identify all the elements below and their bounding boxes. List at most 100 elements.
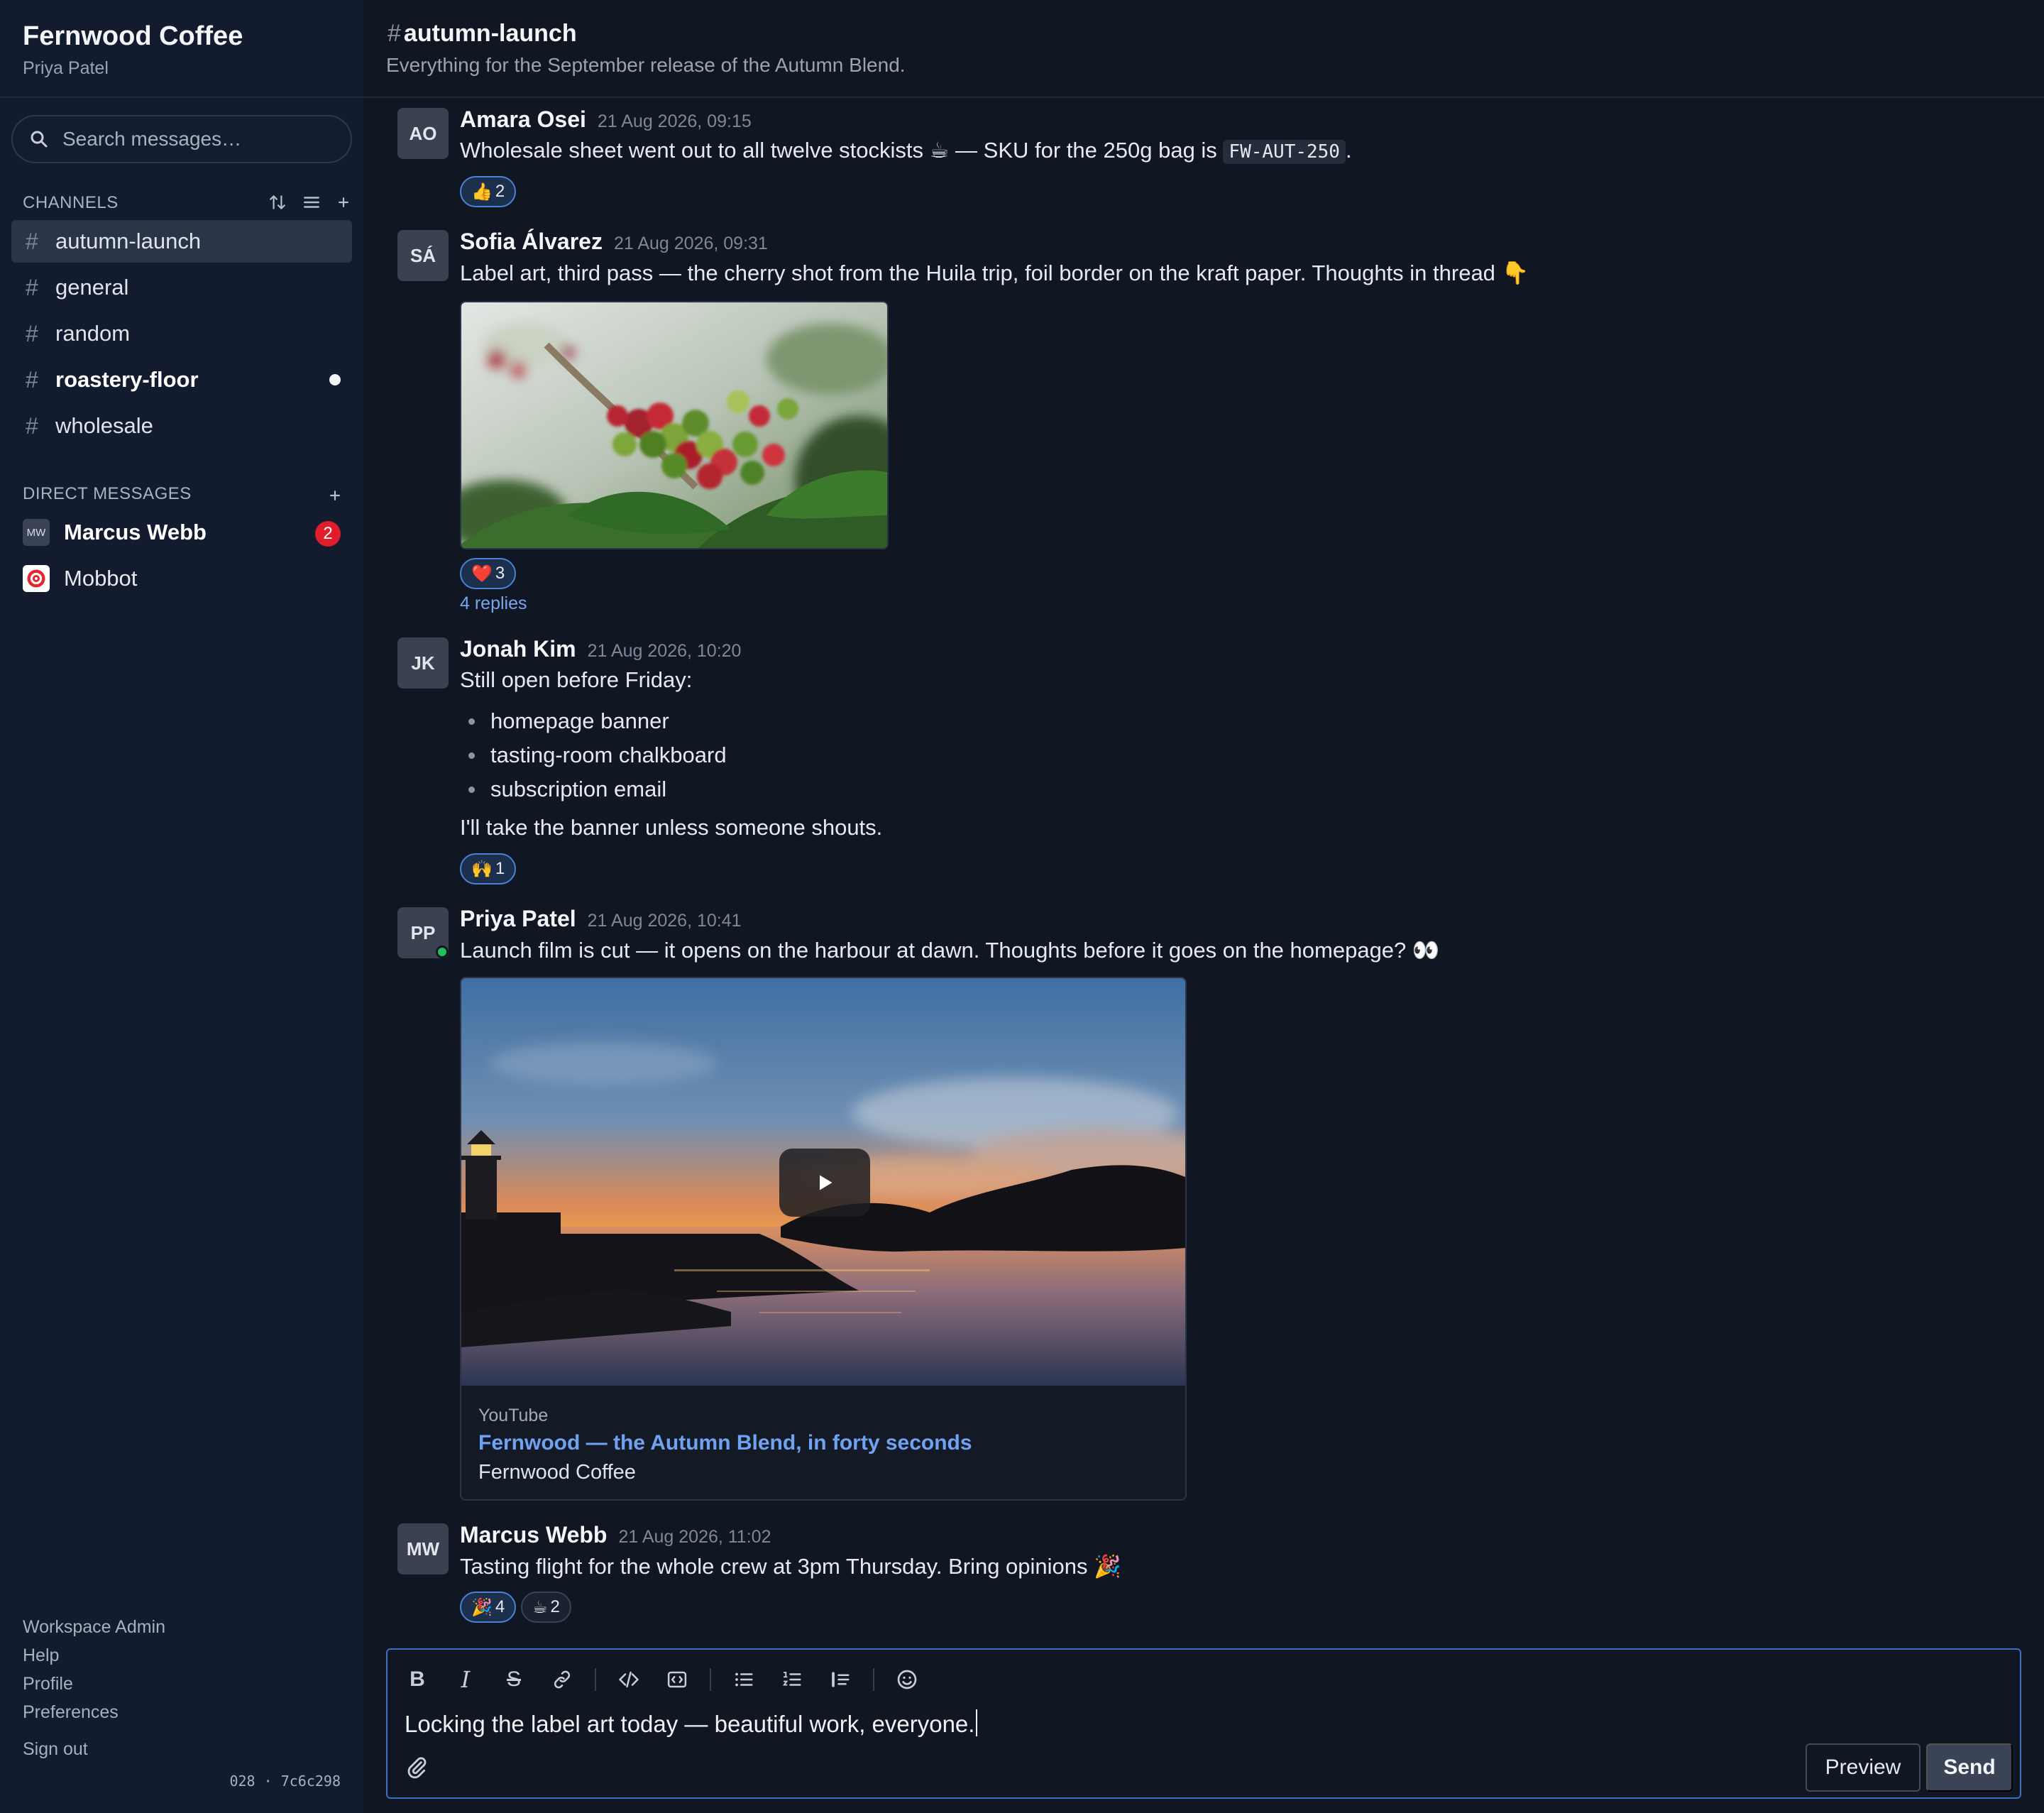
toolbar-separator <box>873 1668 874 1691</box>
author-name[interactable]: Jonah Kim <box>460 636 576 662</box>
embed-author: Fernwood Coffee <box>478 1461 636 1484</box>
sidebar-item-general[interactable]: # general <box>11 266 352 309</box>
reaction-emoji: ☕ <box>532 1597 548 1617</box>
message-text: Label art, third pass — the cherry shot … <box>460 261 1529 285</box>
message-input-text: Locking the label art today — beautiful … <box>405 1711 975 1737</box>
avatar[interactable]: JK <box>397 637 449 689</box>
coffee-cherries-image <box>461 302 887 548</box>
code-button[interactable] <box>612 1663 646 1697</box>
channel-title: # autumn-launch <box>388 20 577 48</box>
avatar[interactable]: AO <box>397 108 449 159</box>
toolbar-separator <box>595 1668 596 1691</box>
message-body: Wholesale sheet went out to all twelve s… <box>460 138 1352 164</box>
channels-header: CHANNELS <box>23 193 119 212</box>
workspace-name[interactable]: Fernwood Coffee <box>23 21 243 52</box>
unread-count-badge: 2 <box>315 521 341 547</box>
sidebar-item-random[interactable]: # random <box>11 312 352 355</box>
current-user-name: Priya Patel <box>23 58 109 78</box>
reaction-heart[interactable]: ❤️ 3 <box>460 558 517 589</box>
message-text-followup: I'll take the banner unless someone shou… <box>460 815 883 840</box>
message-composer[interactable]: B I S Locking the label art today — beau… <box>386 1648 2021 1799</box>
blockquote-button[interactable] <box>823 1663 857 1697</box>
strikethrough-icon: S <box>506 1667 521 1691</box>
attached-image-coffee-cherries[interactable] <box>460 301 889 549</box>
link-icon <box>554 1670 571 1689</box>
bulleted-list-icon <box>735 1672 753 1687</box>
channel-name: autumn-launch <box>55 229 202 253</box>
dm-name: Marcus Webb <box>64 520 207 544</box>
channel-name: wholesale <box>55 413 153 438</box>
hash-icon: # <box>388 20 401 47</box>
reaction-coffee[interactable]: ☕ 2 <box>521 1592 571 1623</box>
header-divider <box>363 97 2044 98</box>
channel-name: random <box>55 321 131 346</box>
bot-avatar-icon <box>23 565 50 592</box>
avatar[interactable]: MW <box>397 1523 449 1574</box>
add-channel-icon[interactable] <box>336 195 351 209</box>
code-block-button[interactable] <box>660 1663 694 1697</box>
search-box[interactable]: Search messages… <box>11 115 352 163</box>
strikethrough-button[interactable]: S <box>497 1663 531 1697</box>
avatar[interactable]: SÁ <box>397 230 449 281</box>
italic-icon: I <box>461 1666 471 1693</box>
numbered-list-button[interactable] <box>775 1663 809 1697</box>
code-icon <box>619 1671 639 1688</box>
paperclip-icon[interactable] <box>405 1755 429 1779</box>
channel-description: Everything for the September release of … <box>386 54 906 76</box>
channel-title-name: autumn-launch <box>403 20 577 47</box>
reaction-thumbs-up[interactable]: 👍 2 <box>460 176 517 207</box>
thread-replies-link[interactable]: 4 replies <box>460 593 527 614</box>
message-timestamp: 21 Aug 2026, 09:15 <box>597 111 752 131</box>
profile-link[interactable]: Profile <box>23 1674 73 1694</box>
preview-button[interactable]: Preview <box>1806 1743 1921 1792</box>
message-timestamp: 21 Aug 2026, 10:41 <box>587 911 742 931</box>
sidebar-item-autumn-launch[interactable]: # autumn-launch <box>11 220 352 263</box>
embed-title-link[interactable]: Fernwood — the Autumn Blend, in forty se… <box>478 1431 972 1455</box>
message-author: Sofia Álvarez 21 Aug 2026, 09:31 <box>460 229 768 255</box>
numbered-list-icon <box>782 1672 801 1686</box>
link-button[interactable] <box>545 1663 579 1697</box>
italic-button[interactable]: I <box>449 1663 483 1697</box>
play-button[interactable] <box>779 1149 870 1217</box>
message-author: Marcus Webb 21 Aug 2026, 11:02 <box>460 1522 771 1548</box>
channel-name: general <box>55 275 129 300</box>
reaction-raised-hands[interactable]: 🙌 1 <box>460 853 517 884</box>
help-link[interactable]: Help <box>23 1645 59 1666</box>
message-text: Wholesale sheet went out to all twelve s… <box>460 138 1224 163</box>
bulleted-list-button[interactable] <box>727 1663 761 1697</box>
list-item: homepage banner <box>468 704 727 738</box>
hash-icon: # <box>26 320 38 346</box>
bold-button[interactable]: B <box>400 1663 434 1697</box>
reaction-count: 2 <box>495 182 505 201</box>
text-caret <box>976 1709 978 1736</box>
reaction-count: 1 <box>495 859 505 878</box>
search-input[interactable]: Search messages… <box>62 128 241 150</box>
sidebar-item-mobbot[interactable]: Mobbot <box>11 557 352 600</box>
sidebar: Fernwood Coffee Priya Patel Search messa… <box>0 0 363 1813</box>
direct-messages-header: DIRECT MESSAGES <box>23 484 192 503</box>
author-name[interactable]: Amara Osei <box>460 106 586 132</box>
message-timestamp: 21 Aug 2026, 09:31 <box>613 234 768 253</box>
author-name[interactable]: Priya Patel <box>460 906 576 931</box>
preferences-link[interactable]: Preferences <box>23 1702 119 1723</box>
sidebar-item-marcus-webb[interactable]: MW Marcus Webb 2 <box>11 511 352 554</box>
sort-icon[interactable] <box>268 193 287 212</box>
inline-code: FW-AUT-250 <box>1223 140 1346 164</box>
reaction-party-popper[interactable]: 🎉 4 <box>460 1592 517 1623</box>
sidebar-item-wholesale[interactable]: # wholesale <box>11 405 352 447</box>
play-icon <box>820 1175 833 1190</box>
hash-icon: # <box>26 274 38 300</box>
author-name[interactable]: Marcus Webb <box>460 1522 607 1548</box>
message-author: Jonah Kim 21 Aug 2026, 10:20 <box>460 636 741 662</box>
message-input[interactable]: Locking the label art today — beautiful … <box>405 1709 978 1738</box>
author-name[interactable]: Sofia Álvarez <box>460 229 603 254</box>
list-view-icon[interactable] <box>302 193 321 212</box>
add-dm-icon[interactable] <box>328 488 342 503</box>
sidebar-item-roastery-floor[interactable]: # roastery-floor <box>11 358 352 401</box>
emoji-button[interactable] <box>890 1663 924 1697</box>
target-icon <box>27 569 45 588</box>
message-author: Priya Patel 21 Aug 2026, 10:41 <box>460 906 742 932</box>
workspace-admin-link[interactable]: Workspace Admin <box>23 1617 165 1638</box>
send-button[interactable]: Send <box>1926 1743 2013 1792</box>
sign-out-link[interactable]: Sign out <box>23 1739 88 1760</box>
